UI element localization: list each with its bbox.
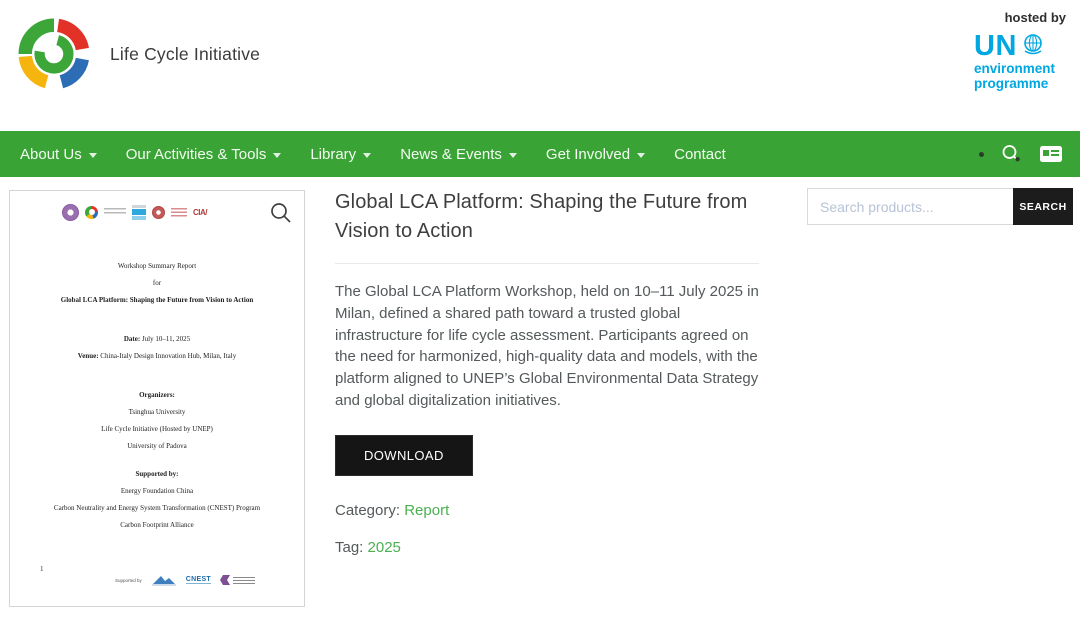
- download-button[interactable]: DOWNLOAD: [335, 435, 473, 476]
- nav-label: Get Involved: [546, 146, 630, 163]
- title-divider: [335, 263, 759, 264]
- report-organizer: Life Cycle Initiative (Hosted by UNEP): [22, 425, 292, 433]
- report-supporter: Energy Foundation China: [22, 487, 292, 495]
- nav-item-contact[interactable]: Contact: [674, 146, 726, 163]
- partner-wordmark-icon: C​IA/: [193, 208, 207, 217]
- dot-icon: [979, 152, 984, 157]
- nav-label: News & Events: [400, 146, 502, 163]
- chevron-down-icon: [273, 153, 281, 158]
- lci-mini-wordmark: [104, 208, 126, 216]
- chevron-down-icon: [509, 153, 517, 158]
- page-title: Global LCA Platform: Shaping the Future …: [335, 188, 759, 246]
- category-link[interactable]: Report: [404, 502, 449, 519]
- chevron-down-icon: [363, 153, 371, 158]
- product-search: SEARCH: [807, 188, 1073, 225]
- report-organizer: Tsinghua University: [22, 408, 292, 416]
- nav-icons: [979, 142, 1080, 166]
- tag-line: Tag: 2025: [335, 539, 759, 556]
- report-footer-logos: Supported by CNEST: [115, 574, 255, 586]
- report-for-line: for: [22, 279, 292, 287]
- nav-label: Contact: [674, 146, 726, 163]
- nav-label: Library: [310, 146, 356, 163]
- product-main: Global LCA Platform: Shaping the Future …: [335, 188, 759, 556]
- report-supported-label: Supported by:: [22, 470, 292, 478]
- un-programme-label: programme: [974, 76, 1066, 91]
- report-cover-text: Workshop Summary Report for Global LCA P…: [22, 262, 292, 538]
- magnifier-icon[interactable]: [269, 201, 293, 225]
- search-icon[interactable]: [999, 142, 1023, 166]
- nav-item-about-us[interactable]: About Us: [20, 146, 97, 163]
- category-label: Category:: [335, 502, 400, 519]
- chevron-down-icon: [637, 153, 645, 158]
- brand-name: Life Cycle Initiative: [110, 44, 260, 65]
- un-environment-label: environment: [974, 61, 1066, 76]
- page: Life Cycle Initiative hosted by UN envir…: [0, 0, 1080, 618]
- lci-mini-logo-icon: [85, 206, 98, 219]
- un-emblem-icon: [1021, 32, 1045, 56]
- report-header-logos: C​IA/: [62, 202, 207, 222]
- report-cover-preview[interactable]: C​IA/ Workshop Summary Report for Global…: [9, 190, 305, 607]
- tag-link[interactable]: 2025: [368, 539, 401, 556]
- un-mini-logo-icon: [132, 205, 146, 220]
- nav-item-activities-tools[interactable]: Our Activities & Tools: [126, 146, 282, 163]
- nav-item-news-events[interactable]: News & Events: [400, 146, 517, 163]
- tsinghua-seal-icon: [62, 204, 79, 221]
- nav-label: About Us: [20, 146, 82, 163]
- search-products-input[interactable]: [807, 188, 1013, 225]
- life-cycle-initiative-logo[interactable]: [12, 17, 96, 91]
- main-navigation: About Us Our Activities & Tools Library …: [0, 131, 1080, 177]
- hosted-by-label: hosted by: [974, 10, 1066, 25]
- partner-mini-logo-icon: [171, 208, 187, 217]
- nav-label: Our Activities & Tools: [126, 146, 267, 163]
- search-submit-button[interactable]: SEARCH: [1013, 188, 1073, 225]
- report-page-number: 1: [40, 565, 44, 573]
- report-title-line: Workshop Summary Report: [22, 262, 292, 270]
- tag-label: Tag:: [335, 539, 363, 556]
- chevron-down-icon: [89, 153, 97, 158]
- un-wordmark: UN: [974, 32, 1017, 61]
- energy-foundation-china-logo-icon: [151, 574, 177, 586]
- nav-item-get-involved[interactable]: Get Involved: [546, 146, 645, 163]
- cnest-logo: CNEST: [186, 576, 211, 585]
- report-venue-line: Venue: China-Italy Design Innovation Hub…: [22, 352, 292, 360]
- site-header: Life Cycle Initiative hosted by UN envir…: [0, 0, 1080, 131]
- un-environment-logo[interactable]: hosted by UN environment programme: [974, 10, 1066, 91]
- category-line: Category: Report: [335, 502, 759, 519]
- lci-swirl-icon: [12, 17, 96, 91]
- report-supporter: Carbon Footprint Alliance: [22, 521, 292, 529]
- report-organizer: University of Padova: [22, 442, 292, 450]
- padova-seal-icon: [152, 206, 165, 219]
- footer-supported-by-label: Supported by: [115, 578, 142, 583]
- carbon-footprint-alliance-logo-icon: [220, 575, 255, 585]
- nav-item-library[interactable]: Library: [310, 146, 371, 163]
- report-date-line: Date: July 10–11, 2025: [22, 335, 292, 343]
- report-organizers-label: Organizers:: [22, 391, 292, 399]
- contact-card-icon[interactable]: [1038, 143, 1064, 165]
- product-description: The Global LCA Platform Workshop, held o…: [335, 281, 759, 412]
- report-main-title: Global LCA Platform: Shaping the Future …: [22, 296, 292, 304]
- nav-list: About Us Our Activities & Tools Library …: [0, 146, 726, 163]
- report-supporter: Carbon Neutrality and Energy System Tran…: [22, 504, 292, 512]
